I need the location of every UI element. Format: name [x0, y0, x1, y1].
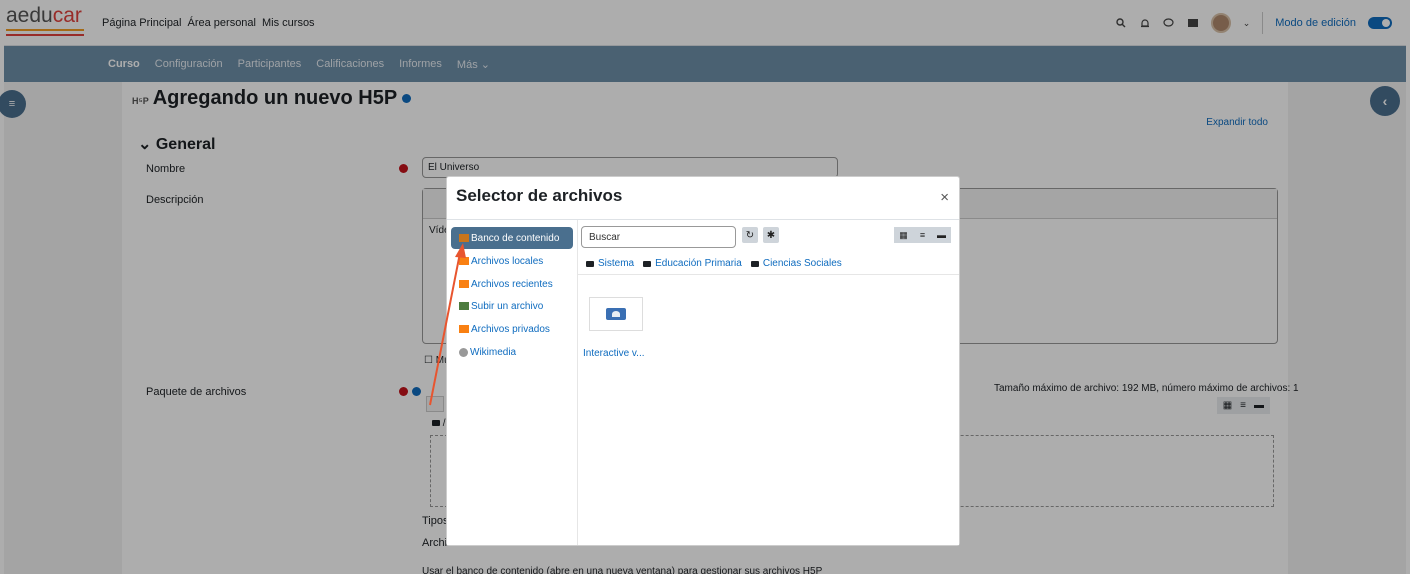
repo-label: Subir un archivo [471, 300, 544, 312]
repo-upload-file[interactable]: Subir un archivo [451, 295, 543, 317]
repo-local-files[interactable]: Archivos locales [451, 250, 543, 272]
upload-icon [459, 302, 469, 310]
repo-wikimedia[interactable]: Wikimedia [451, 341, 516, 363]
refresh-icon[interactable]: ↻ [742, 227, 758, 243]
repo-label: Banco de contenido [471, 232, 560, 244]
repo-label: Archivos privados [471, 323, 550, 335]
breadcrumb: Sistema Educación Primaria Ciencias Soci… [586, 258, 842, 269]
repo-label: Archivos recientes [471, 278, 553, 290]
repo-label: Archivos locales [471, 255, 544, 267]
wikimedia-icon [459, 347, 468, 357]
grid-view-icon[interactable]: ▦ [894, 227, 913, 243]
file-picker-dialog: Selector de archivos × Banco de contenid… [446, 176, 960, 546]
breadcrumb-item[interactable]: Sistema [598, 258, 634, 269]
moodle-icon [459, 325, 469, 333]
folder-icon [750, 260, 759, 267]
repo-label: Wikimedia [470, 346, 517, 358]
dialog-title: Selector de archivos [456, 186, 623, 205]
folder-icon [586, 260, 594, 267]
file-thumbnail[interactable] [589, 297, 643, 331]
repo-content-bank[interactable]: Banco de contenido [451, 227, 573, 249]
close-icon[interactable]: × [940, 189, 949, 206]
search-input[interactable]: Buscar [581, 226, 736, 248]
list-view-icon[interactable]: ≡ [913, 227, 932, 243]
view-switcher: ▦ ≡ ▬ [894, 227, 951, 243]
moodle-icon [459, 257, 469, 265]
gear-icon[interactable]: ✱ [763, 227, 779, 243]
moodle-icon [459, 280, 469, 288]
file-name[interactable]: Interactive v... [583, 348, 645, 359]
folder-view-icon[interactable]: ▬ [932, 227, 951, 243]
h5p-file-icon [606, 308, 626, 320]
folder-icon [643, 260, 652, 267]
breadcrumb-item[interactable]: Educación Primaria [655, 258, 742, 269]
repo-private-files[interactable]: Archivos privados [451, 318, 550, 340]
repository-content: Buscar ↻ ✱ ▦ ≡ ▬ Sistema Educación Prima… [577, 220, 959, 545]
repo-recent-files[interactable]: Archivos recientes [451, 273, 553, 295]
repository-list: Banco de contenido Archivos locales Arch… [447, 220, 577, 545]
content-bank-icon [459, 234, 469, 242]
breadcrumb-item[interactable]: Ciencias Sociales [763, 258, 842, 269]
